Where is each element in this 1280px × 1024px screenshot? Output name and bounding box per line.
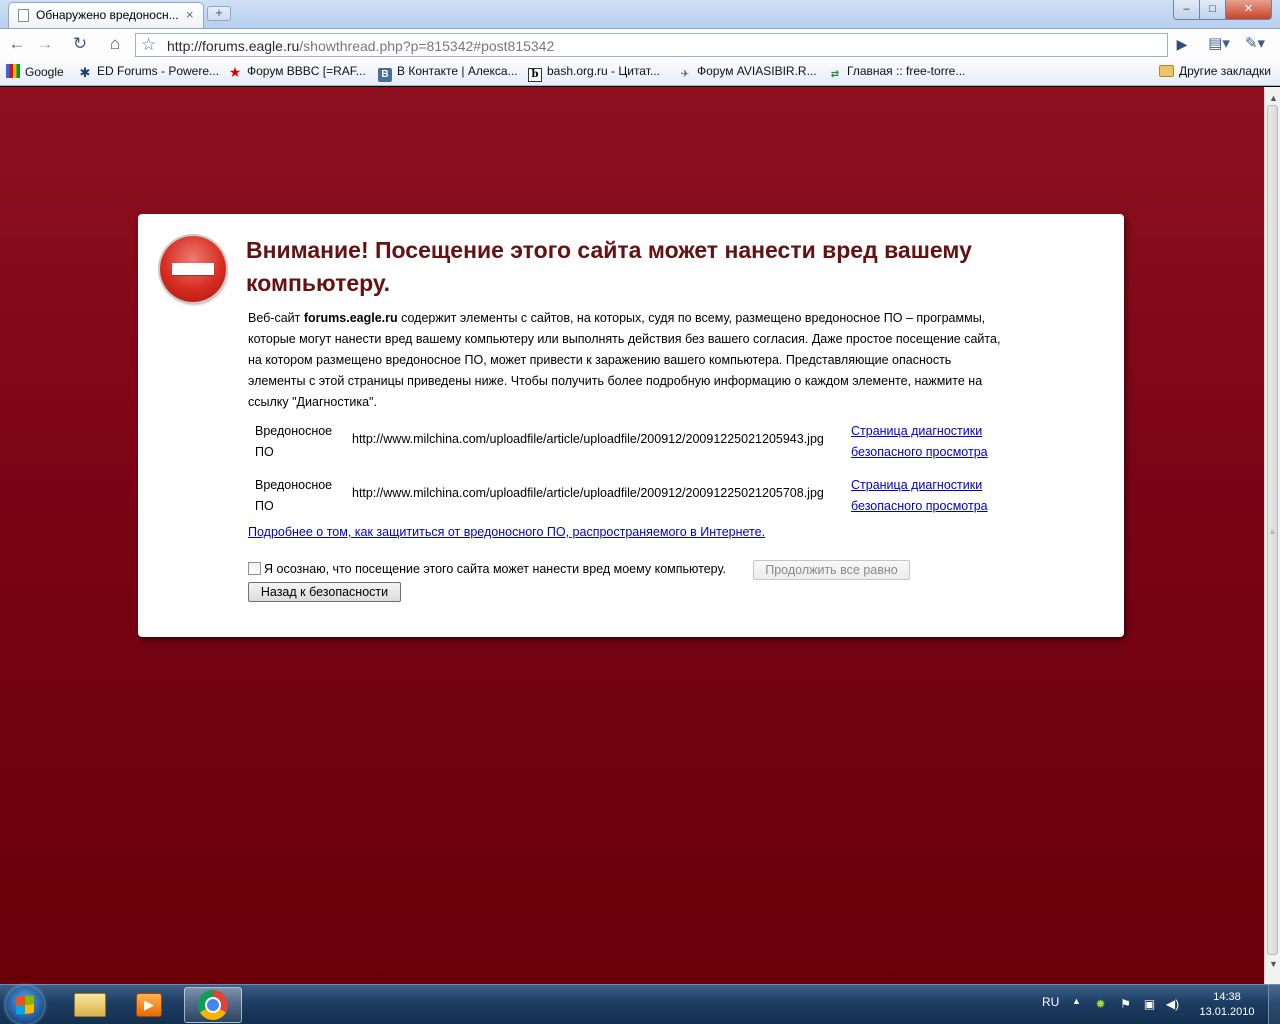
warning-text-body: содержит элементы с сайтов, на которых, … [248, 311, 1001, 409]
bookmark-star-icon[interactable]: ☆ [141, 35, 156, 55]
scroll-up-icon[interactable]: ▲ [1269, 93, 1278, 103]
page-menu-icon[interactable]: ▤▾ [1204, 33, 1234, 55]
reload-icon[interactable]: ↻ [68, 33, 92, 55]
windows-logo-icon [16, 995, 34, 1015]
other-bookmarks[interactable]: Другие закладки [1159, 64, 1271, 82]
taskbar-explorer[interactable] [62, 987, 118, 1023]
url-text[interactable]: http://forums.eagle.ru/showthread.php?p=… [167, 38, 554, 54]
bookmark-ed-forums[interactable]: ✱ ED Forums - Powere... [78, 64, 219, 82]
stop-sign-icon [160, 236, 226, 302]
bookmark-aviasibir[interactable]: ✈ Форум AVIASIBIR.R... [678, 64, 817, 82]
malware-warning-box: Внимание! Посещение этого сайта может на… [138, 214, 1124, 637]
tray-app-icon[interactable]: ✹ [1093, 997, 1108, 1012]
proceed-anyway-button[interactable]: Продолжить все равно [753, 560, 910, 580]
ed-icon: ✱ [79, 65, 91, 80]
threat-table: Вредоносное ПО http://www.milchina.com/u… [248, 418, 1008, 526]
other-bookmarks-label: Другие закладки [1179, 64, 1271, 78]
active-tab[interactable]: Обнаружено вредоносн... × [8, 2, 204, 28]
taskbar-media-player[interactable]: ▶ [122, 987, 178, 1023]
bookmark-google[interactable]: Google [6, 64, 64, 82]
taskbar-chrome[interactable] [184, 987, 242, 1023]
plane-icon: ✈ [680, 69, 690, 80]
page-viewport: Внимание! Посещение этого сайта может на… [0, 87, 1264, 984]
threat-type: Вредоносное ПО [255, 424, 333, 459]
volume-icon[interactable]: ◀) [1165, 997, 1180, 1012]
home-icon[interactable]: ⌂ [103, 33, 127, 55]
bookmark-label: bash.org.ru - Цитат... [547, 64, 660, 78]
star-icon: ★ [228, 64, 242, 80]
minimize-button[interactable]: – [1173, 0, 1200, 20]
scroll-down-icon[interactable]: ▼ [1269, 959, 1278, 969]
folder-icon [1159, 65, 1174, 77]
bookmark-label: В Контакте | Алекса... [397, 64, 518, 78]
show-hidden-icons-icon[interactable]: ▲ [1072, 996, 1081, 1006]
google-icon [6, 64, 20, 78]
go-icon[interactable]: ▶ [1170, 33, 1194, 55]
title-bar: Обнаружено вредоносн... × + – □ ✕ [0, 0, 1280, 28]
language-indicator[interactable]: RU [1042, 995, 1059, 1009]
tab-close-icon[interactable]: × [186, 7, 194, 22]
clock[interactable]: 14:38 13.01.2010 [1193, 990, 1261, 1020]
bookmark-label: Главная :: free-torre... [847, 64, 966, 78]
scroll-grip-icon: ≡ [1270, 528, 1275, 537]
bookmark-label: ED Forums - Powere... [97, 64, 220, 78]
network-icon[interactable]: ▣ [1142, 997, 1157, 1012]
wrench-menu-icon[interactable]: ✎▾ [1240, 33, 1270, 55]
url-host: http://forums.eagle.ru [167, 38, 300, 54]
back-to-safety-button[interactable]: Назад к безопасности [248, 582, 401, 602]
close-window-button[interactable]: ✕ [1225, 0, 1272, 20]
diagnostic-link[interactable]: Страница диагностики безопасного просмот… [851, 475, 1011, 517]
table-row: Вредоносное ПО http://www.milchina.com/u… [248, 418, 1008, 472]
bookmarks-bar: Google ✱ ED Forums - Powere... ★ Форум BBB… [0, 59, 1280, 86]
media-player-icon: ▶ [136, 993, 162, 1017]
forward-arrow-icon[interactable]: → [33, 33, 57, 55]
bookmark-vkontakte[interactable]: B В Контакте | Алекса... [378, 64, 518, 82]
learn-more-link[interactable]: Подробнее о том, как защититься от вредо… [248, 525, 765, 539]
site-name: forums.eagle.ru [303, 311, 398, 325]
back-arrow-icon[interactable]: ← [5, 33, 29, 55]
show-desktop-button[interactable] [1268, 985, 1280, 1024]
acknowledge-label[interactable]: Я осознаю, что посещение этого сайта мож… [264, 562, 726, 576]
bookmark-label: Google [25, 65, 64, 79]
address-bar[interactable]: ☆ http://forums.eagle.ru/showthread.php?… [135, 33, 1168, 57]
acknowledge-checkbox[interactable] [248, 562, 261, 575]
bookmark-label: Форум AVIASIBIR.R... [697, 64, 817, 78]
torrent-icon: ⇄ [830, 69, 840, 80]
start-button[interactable] [6, 986, 44, 1024]
threat-type: Вредоносное ПО [255, 478, 333, 513]
browser-toolbar: ← → ↻ ⌂ ☆ http://forums.eagle.ru/showthr… [0, 28, 1280, 59]
maximize-button[interactable]: □ [1199, 0, 1226, 20]
chrome-icon [198, 990, 228, 1020]
bookmark-bbbc[interactable]: ★ Форум BBBC [=RAF... [228, 64, 366, 82]
bookmark-bash[interactable]: b bash.org.ru - Цитат... [528, 64, 660, 82]
url-path: /showthread.php?p=815342#post815342 [299, 38, 555, 54]
new-tab-button[interactable]: + [207, 6, 231, 21]
table-row: Вредоносное ПО http://www.milchina.com/u… [248, 472, 1008, 526]
diagnostic-link[interactable]: Страница диагностики безопасного просмот… [851, 421, 1011, 463]
taskbar: ▶ RU ▲ ✹ ⚑ ▣ ◀) 14:38 13.01.2010 [0, 984, 1280, 1024]
vertical-scrollbar[interactable]: ▲ ≡ ▼ [1264, 87, 1280, 984]
bookmark-free-torrents[interactable]: ⇄ Главная :: free-torre... [828, 64, 966, 82]
action-center-icon[interactable]: ⚑ [1118, 997, 1133, 1012]
warning-headline: Внимание! Посещение этого сайта может на… [246, 237, 972, 296]
explorer-icon [74, 993, 106, 1017]
clock-date: 13.01.2010 [1199, 1006, 1255, 1018]
bookmark-label: Форум BBBC [=RAF... [247, 64, 366, 78]
threat-url: http://www.milchina.com/uploadfile/artic… [352, 486, 824, 500]
bash-icon: b [528, 68, 542, 82]
threat-url: http://www.milchina.com/uploadfile/artic… [352, 432, 824, 446]
tab-title: Обнаружено вредоносн... [36, 8, 179, 22]
warning-text-prefix: Веб-сайт [248, 311, 304, 325]
warning-text: Веб-сайт forums.eagle.ru содержит элемен… [248, 308, 1008, 413]
vk-icon: B [378, 68, 392, 82]
clock-time: 14:38 [1213, 991, 1241, 1003]
page-icon [18, 9, 29, 22]
